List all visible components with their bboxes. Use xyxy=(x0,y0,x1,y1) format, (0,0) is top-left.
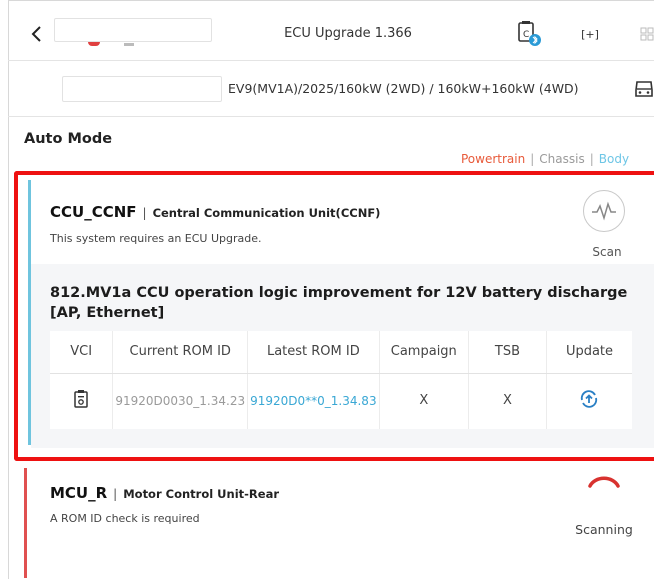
redacted-box xyxy=(62,76,222,102)
category-separator: | xyxy=(589,152,594,166)
chevron-left-icon[interactable] xyxy=(30,24,44,44)
scan-frame-icon[interactable]: [+] xyxy=(581,26,599,44)
grid-icon[interactable] xyxy=(640,26,654,41)
logo-mark xyxy=(88,42,100,46)
category-filter: Powertrain | Chassis | Body xyxy=(461,152,629,166)
ecu-name: MCU_R | Motor Control Unit-Rear xyxy=(50,484,279,502)
scanning-spinner-icon xyxy=(584,470,624,494)
svg-text:C: C xyxy=(523,30,529,40)
top-bar: ECU Upgrade 1.366 C [+] xyxy=(8,12,654,56)
header-divider xyxy=(8,60,654,61)
ecu-description: Motor Control Unit-Rear xyxy=(123,487,280,501)
mode-title: Auto Mode xyxy=(24,131,113,147)
ecu-card-accent xyxy=(24,468,27,578)
vehicle-spec: EV9(MV1A)/2025/160kW (2WD) / 160kW+160kW… xyxy=(228,81,579,96)
vci-bluetooth-icon[interactable]: C xyxy=(516,20,542,48)
ecu-separator: | xyxy=(113,487,118,501)
scanning-label: Scanning xyxy=(575,522,633,537)
category-separator: | xyxy=(530,152,535,166)
car-icon[interactable] xyxy=(634,78,654,100)
category-chassis[interactable]: Chassis xyxy=(539,152,584,166)
redacted-box xyxy=(54,18,212,42)
ecu-code: MCU_R xyxy=(50,484,108,502)
vehicle-divider xyxy=(8,116,654,117)
ecu-status: A ROM ID check is required xyxy=(50,512,200,525)
logo-mark-secondary xyxy=(124,43,134,46)
page-title: ECU Upgrade 1.366 xyxy=(284,26,412,41)
category-body[interactable]: Body xyxy=(599,152,629,166)
category-powertrain[interactable]: Powertrain xyxy=(461,152,525,166)
highlight-outline xyxy=(14,171,654,461)
